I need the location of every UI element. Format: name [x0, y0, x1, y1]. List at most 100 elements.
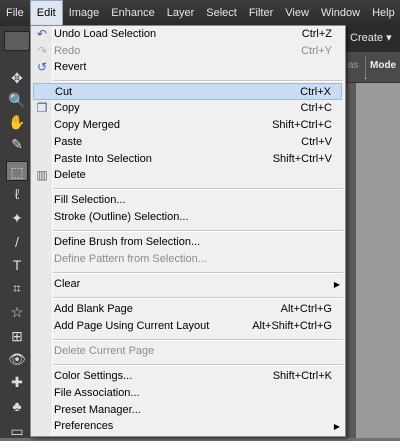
edit-menu-dropdown: ↶ Undo Load Selection Ctrl+Z ↷ Redo Ctrl…: [30, 25, 346, 437]
menu-item-label: Paste Into Selection: [54, 153, 152, 165]
menu-item-shortcut: Shift+Ctrl+V: [272, 153, 332, 165]
undo-icon: ↶: [36, 27, 48, 41]
menu-item-redo: ↷ Redo Ctrl+Y: [33, 43, 342, 60]
menu-item-preferences[interactable]: Preferences ▶: [33, 418, 342, 435]
menu-enhance[interactable]: Enhance: [105, 0, 160, 26]
toolbox-header-button[interactable]: [4, 31, 30, 51]
cookie-cutter-tool-icon[interactable]: ☆: [6, 302, 28, 322]
menu-item-color-settings[interactable]: Color Settings... Shift+Ctrl+K: [33, 368, 342, 385]
menu-item-delete-current-page: Delete Current Page: [33, 343, 342, 360]
type-tool-icon[interactable]: T: [6, 255, 28, 275]
menu-item-file-association[interactable]: File Association...: [33, 385, 342, 402]
menu-item-shortcut: Shift+Ctrl+K: [272, 370, 332, 382]
menu-item-revert[interactable]: ↺ Revert: [33, 59, 342, 76]
menu-item-delete[interactable]: ▥ Delete: [33, 167, 342, 184]
menu-view[interactable]: View: [279, 0, 315, 26]
menu-item-label: Cut: [55, 86, 73, 98]
menu-item-label: Paste: [54, 136, 83, 148]
move-tool-icon[interactable]: ✥: [6, 68, 28, 88]
menu-item-shortcut: Ctrl+V: [301, 136, 332, 148]
menu-item-add-blank-page[interactable]: Add Blank Page Alt+Ctrl+G: [33, 301, 342, 318]
menu-item-label: Fill Selection...: [54, 194, 126, 206]
menu-help[interactable]: Help: [366, 0, 400, 26]
menu-window[interactable]: Window: [315, 0, 366, 26]
menu-item-shortcut: Ctrl+X: [300, 86, 331, 98]
menu-item-shortcut: Shift+Ctrl+C: [272, 119, 332, 131]
brush-tool-icon[interactable]: /: [6, 232, 28, 252]
menu-item-shortcut: Ctrl+C: [300, 102, 332, 114]
menu-item-cut[interactable]: Cut Ctrl+X: [33, 83, 342, 100]
menu-separator: [53, 339, 343, 341]
menu-item-label: Clear: [54, 278, 81, 290]
menu-layer[interactable]: Layer: [161, 0, 201, 26]
menu-item-shortcut: Ctrl+Z: [301, 28, 332, 40]
menu-item-label: Color Settings...: [54, 370, 133, 382]
toolbox: ✥ 🔍 ✋ ✎ ⬚ ℓ ✦ / T ⌗ ☆ ⊞ 👁 ✚ ♣ ▭: [0, 26, 31, 441]
menu-item-add-page-using-layout[interactable]: Add Page Using Current Layout Alt+Shift+…: [33, 318, 342, 335]
menu-item-define-brush[interactable]: Define Brush from Selection...: [33, 234, 342, 251]
menu-select[interactable]: Select: [200, 0, 243, 26]
straighten-tool-icon[interactable]: ⊞: [6, 326, 28, 346]
menu-item-label: Revert: [54, 61, 87, 73]
menu-separator: [53, 188, 343, 190]
menu-bar: File Edit Image Enhance Layer Select Fil…: [0, 0, 400, 27]
submenu-arrow-icon: ▶: [333, 280, 340, 289]
menu-filter[interactable]: Filter: [243, 0, 279, 26]
menu-item-label: Stroke (Outline) Selection...: [54, 211, 189, 223]
menu-separator: [53, 364, 343, 366]
menu-item-shortcut: Alt+Ctrl+G: [280, 303, 332, 315]
menu-item-label: Undo Load Selection: [54, 28, 157, 40]
menu-edit[interactable]: Edit: [29, 0, 63, 26]
menu-item-label: Redo: [54, 45, 81, 57]
menu-separator: [53, 272, 343, 274]
hand-tool-icon[interactable]: ✋: [6, 112, 28, 132]
revert-icon: ↺: [36, 60, 48, 74]
menu-separator: [53, 80, 343, 82]
magic-wand-tool-icon[interactable]: ✦: [6, 208, 28, 228]
menu-item-fill-selection[interactable]: Fill Selection...: [33, 192, 342, 209]
menu-item-label: Add Page Using Current Layout: [54, 320, 210, 332]
copy-icon: ❐: [36, 101, 48, 115]
menu-item-label: Preset Manager...: [54, 404, 141, 416]
menu-file[interactable]: File: [0, 0, 30, 26]
menu-item-undo[interactable]: ↶ Undo Load Selection Ctrl+Z: [33, 26, 342, 43]
options-label-faded: as: [348, 60, 359, 71]
menu-separator: [53, 297, 343, 299]
options-mode-label: Mode: [370, 60, 397, 71]
healing-brush-tool-icon[interactable]: ✚: [6, 372, 28, 392]
menu-item-clear[interactable]: Clear ▶: [33, 276, 342, 293]
menu-item-copy-merged[interactable]: Copy Merged Shift+Ctrl+C: [33, 117, 342, 134]
zoom-tool-icon[interactable]: 🔍: [6, 90, 28, 110]
menu-item-label: Copy Merged: [54, 119, 121, 131]
menu-item-label: Delete Current Page: [54, 345, 155, 357]
lasso-tool-icon[interactable]: ℓ: [6, 184, 28, 204]
crop-tool-icon[interactable]: ⌗: [6, 278, 28, 298]
menu-item-paste[interactable]: Paste Ctrl+V: [33, 134, 342, 151]
menu-item-define-pattern: Define Pattern from Selection...: [33, 251, 342, 268]
menu-separator: [53, 230, 343, 232]
clone-stamp-tool-icon[interactable]: ♣: [6, 396, 28, 416]
eyedropper-tool-icon[interactable]: ✎: [6, 134, 28, 154]
canvas-scroll-strip: [346, 83, 356, 438]
submenu-arrow-icon: ▶: [333, 422, 340, 431]
menu-item-copy[interactable]: ❐ Copy Ctrl+C: [33, 100, 342, 117]
options-divider: [365, 56, 366, 79]
create-button[interactable]: Create ▾: [348, 28, 400, 48]
marquee-tool-icon[interactable]: ⬚: [6, 161, 28, 181]
menu-item-label: Define Brush from Selection...: [54, 236, 201, 248]
options-bar: as Mode: [346, 52, 400, 83]
menu-item-label: Define Pattern from Selection...: [54, 253, 207, 265]
menu-item-paste-into-selection[interactable]: Paste Into Selection Shift+Ctrl+V: [33, 151, 342, 168]
menu-item-label: File Association...: [54, 387, 140, 399]
menu-item-preset-manager[interactable]: Preset Manager...: [33, 402, 342, 419]
menu-item-shortcut: Ctrl+Y: [301, 45, 332, 57]
redo-icon: ↷: [36, 44, 48, 58]
menu-item-stroke-selection[interactable]: Stroke (Outline) Selection...: [33, 209, 342, 226]
trash-icon: ▥: [36, 168, 48, 182]
red-eye-tool-icon[interactable]: 👁: [6, 349, 28, 369]
menu-item-label: Copy: [54, 102, 80, 114]
menu-image[interactable]: Image: [63, 0, 106, 26]
eraser-tool-icon[interactable]: ▭: [6, 421, 28, 441]
menu-item-label: Preferences: [54, 420, 114, 432]
menu-item-shortcut: Alt+Shift+Ctrl+G: [252, 320, 332, 332]
